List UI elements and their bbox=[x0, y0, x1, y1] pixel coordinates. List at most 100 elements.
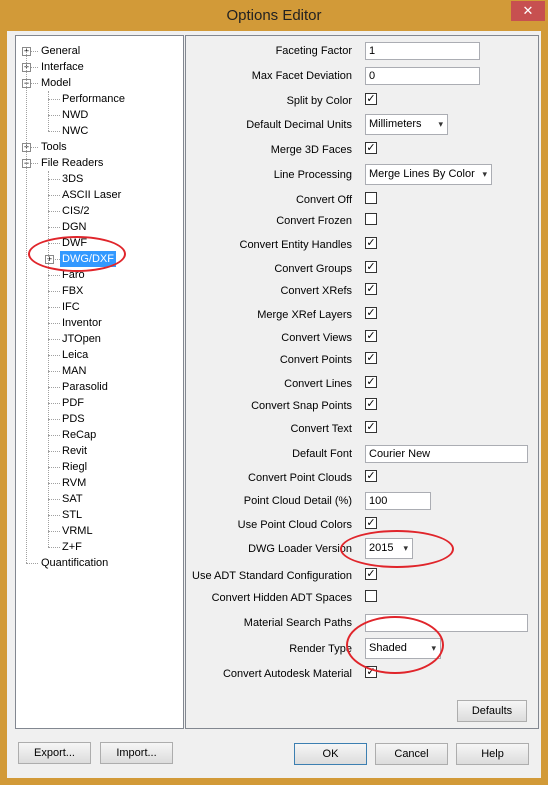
annotation-ellipse-render bbox=[346, 616, 444, 674]
line-processing-value: Merge Lines By Color bbox=[369, 168, 475, 180]
tree-connector bbox=[48, 387, 60, 388]
tree-connector bbox=[48, 195, 60, 196]
tree-connector bbox=[48, 419, 60, 420]
default-font-input[interactable]: Courier New bbox=[365, 445, 528, 463]
split-by-color-checkbox[interactable]: ✓ bbox=[365, 93, 377, 105]
tree-item-revit[interactable]: Revit bbox=[62, 443, 87, 459]
tree-item-cis-2[interactable]: CIS/2 bbox=[62, 203, 90, 219]
tree-connector bbox=[26, 563, 38, 564]
convert-points-checkbox[interactable]: ✓ bbox=[365, 352, 377, 364]
label-convert-frozen: Convert Frozen bbox=[276, 215, 352, 227]
tree-item-pds[interactable]: PDS bbox=[62, 411, 85, 427]
convert-off-checkbox[interactable] bbox=[365, 192, 377, 204]
label-merge-3d-faces: Merge 3D Faces bbox=[270, 144, 352, 156]
label-use-adt-standard-configuration: Use ADT Standard Configuration bbox=[192, 570, 352, 582]
convert-xrefs-checkbox[interactable]: ✓ bbox=[365, 283, 377, 295]
tree-item-rvm[interactable]: RVM bbox=[62, 475, 86, 491]
tree-item-sat[interactable]: SAT bbox=[62, 491, 83, 507]
line-processing-select[interactable]: Merge Lines By Color ▾ bbox=[365, 164, 492, 185]
convert-views-checkbox[interactable]: ✓ bbox=[365, 330, 377, 342]
convert-groups-checkbox[interactable]: ✓ bbox=[365, 261, 377, 273]
tree-connector bbox=[48, 171, 49, 547]
label-convert-xrefs: Convert XRefs bbox=[280, 285, 352, 297]
tree-connector bbox=[48, 91, 49, 131]
default-decimal-units-select[interactable]: Millimeters ▾ bbox=[365, 114, 448, 135]
tree-connector bbox=[48, 403, 60, 404]
import-button[interactable]: Import... bbox=[100, 742, 173, 764]
tree-connector bbox=[48, 451, 60, 452]
tree-item-model[interactable]: Model bbox=[41, 75, 71, 91]
convert-hidden-adt-spaces-checkbox[interactable] bbox=[365, 590, 377, 602]
options-editor-window: Options Editor ✕ + General + Interface − Mode… bbox=[0, 0, 548, 785]
label-convert-points: Convert Points bbox=[279, 354, 352, 366]
convert-text-checkbox[interactable]: ✓ bbox=[365, 421, 377, 433]
tree-connector bbox=[48, 531, 60, 532]
tree-item-ascii-laser[interactable]: ASCII Laser bbox=[62, 187, 121, 203]
tree-item-ifc[interactable]: IFC bbox=[62, 299, 80, 315]
faceting-factor-input[interactable]: 1 bbox=[365, 42, 480, 60]
tree-item-man[interactable]: MAN bbox=[62, 363, 86, 379]
convert-snap-points-checkbox[interactable]: ✓ bbox=[365, 398, 377, 410]
merge-3d-faces-checkbox[interactable]: ✓ bbox=[365, 142, 377, 154]
tree-item-quantification[interactable]: Quantification bbox=[41, 555, 108, 571]
tree-item-general[interactable]: General bbox=[41, 43, 80, 59]
convert-frozen-checkbox[interactable] bbox=[365, 213, 377, 225]
tree-item-leica[interactable]: Leica bbox=[62, 347, 88, 363]
window-title: Options Editor bbox=[226, 7, 322, 24]
chevron-down-icon: ▾ bbox=[482, 169, 487, 179]
export-button[interactable]: Export... bbox=[18, 742, 91, 764]
tree-item-z-f[interactable]: Z+F bbox=[62, 539, 82, 555]
help-button[interactable]: Help bbox=[456, 743, 529, 765]
cancel-button[interactable]: Cancel bbox=[375, 743, 448, 765]
tree-item-file-readers[interactable]: File Readers bbox=[41, 155, 103, 171]
label-convert-groups: Convert Groups bbox=[274, 263, 352, 275]
convert-lines-checkbox[interactable]: ✓ bbox=[365, 376, 377, 388]
use-point-cloud-colors-checkbox[interactable]: ✓ bbox=[365, 517, 377, 529]
tree-item-parasolid[interactable]: Parasolid bbox=[62, 379, 108, 395]
label-render-type: Render Type bbox=[289, 643, 352, 655]
tree-item-inventor[interactable]: Inventor bbox=[62, 315, 102, 331]
convert-entity-handles-checkbox[interactable]: ✓ bbox=[365, 237, 377, 249]
tree-connector bbox=[48, 307, 60, 308]
tree-connector bbox=[48, 435, 60, 436]
tree-item-interface[interactable]: Interface bbox=[41, 59, 84, 75]
tree-connector bbox=[48, 515, 60, 516]
point-cloud-detail-input[interactable]: 100 bbox=[365, 492, 431, 510]
label-material-search-paths: Material Search Paths bbox=[243, 617, 352, 629]
tree-item-recap[interactable]: ReCap bbox=[62, 427, 96, 443]
tree-connector bbox=[48, 467, 60, 468]
tree-connector bbox=[48, 115, 60, 116]
max-facet-deviation-input[interactable]: 0 bbox=[365, 67, 480, 85]
tree-connector bbox=[48, 99, 60, 100]
tree-item-dgn[interactable]: DGN bbox=[62, 219, 86, 235]
options-tree[interactable]: + General + Interface − Model Performance NWD NW… bbox=[15, 35, 184, 729]
label-convert-views: Convert Views bbox=[281, 332, 352, 344]
close-button[interactable]: ✕ bbox=[511, 1, 545, 21]
use-adt-standard-configuration-checkbox[interactable]: ✓ bbox=[365, 568, 377, 580]
tree-item-tools[interactable]: Tools bbox=[41, 139, 67, 155]
convert-point-clouds-checkbox[interactable]: ✓ bbox=[365, 470, 377, 482]
tree-item-3ds[interactable]: 3DS bbox=[62, 171, 83, 187]
tree-connector bbox=[48, 371, 60, 372]
label-convert-off: Convert Off bbox=[295, 194, 352, 206]
tree-item-vrml[interactable]: VRML bbox=[62, 523, 93, 539]
tree-item-performance[interactable]: Performance bbox=[62, 91, 125, 107]
label-default-font: Default Font bbox=[292, 448, 352, 460]
label-split-by-color: Split by Color bbox=[286, 95, 352, 107]
tree-item-nwd[interactable]: NWD bbox=[62, 107, 88, 123]
tree-item-pdf[interactable]: PDF bbox=[62, 395, 84, 411]
annotation-ellipse-dwg bbox=[28, 236, 126, 272]
tree-connector bbox=[48, 275, 60, 276]
tree-item-nwc[interactable]: NWC bbox=[62, 123, 88, 139]
tree-item-jtopen[interactable]: JTOpen bbox=[62, 331, 101, 347]
tree-item-riegl[interactable]: Riegl bbox=[62, 459, 87, 475]
default-decimal-units-value: Millimeters bbox=[369, 118, 422, 130]
tree-item-stl[interactable]: STL bbox=[62, 507, 82, 523]
merge-xref-layers-checkbox[interactable]: ✓ bbox=[365, 307, 377, 319]
defaults-button[interactable]: Defaults bbox=[457, 700, 527, 722]
label-max-facet-deviation: Max Facet Deviation bbox=[251, 70, 352, 82]
tree-item-fbx[interactable]: FBX bbox=[62, 283, 83, 299]
tree-connector bbox=[48, 547, 60, 548]
ok-button[interactable]: OK bbox=[294, 743, 367, 765]
tree-connector bbox=[48, 339, 60, 340]
